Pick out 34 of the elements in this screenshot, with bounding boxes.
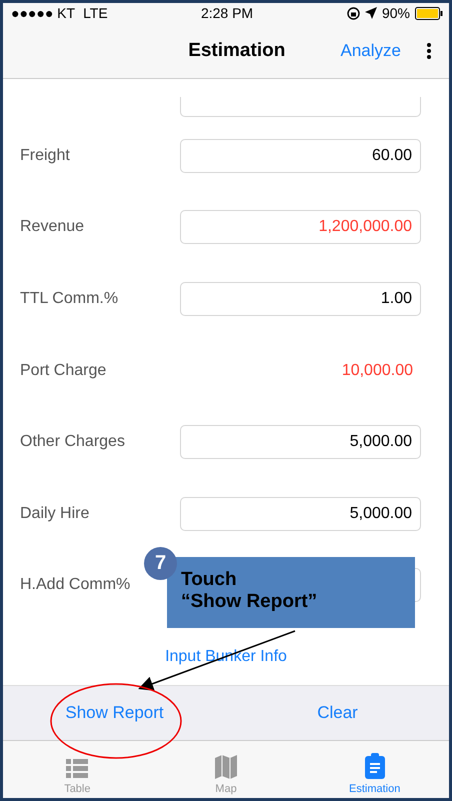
input-field[interactable]: 1.00 [180, 282, 421, 316]
field-label: Daily Hire [20, 504, 90, 523]
input-field[interactable]: 60.00 [180, 138, 421, 173]
field-label: Freight [20, 146, 70, 165]
tab[interactable]: Table [3, 741, 152, 798]
list-icon [66, 759, 88, 779]
screen-title: Estimation [187, 40, 286, 62]
field-value: 10,000.00 [342, 362, 414, 380]
analyze-button[interactable]: Analyze [340, 40, 401, 60]
rotation-lock-icon [346, 6, 360, 20]
clear-button[interactable]: Clear [226, 686, 449, 740]
input-field[interactable]: 5,000.00 [180, 496, 421, 531]
field-label: TTL Comm.% [20, 290, 118, 308]
input-field[interactable] [180, 97, 421, 117]
field-label: Other Charges [20, 433, 125, 452]
field-label: Revenue [20, 218, 84, 236]
location-arrow-icon [364, 7, 377, 19]
field-label: H.Add Comm% [20, 576, 130, 594]
status-time: 2:28 PM [200, 5, 254, 21]
tab[interactable]: Estimation [300, 741, 449, 798]
network-label: LTE [83, 5, 108, 21]
battery-percent: 90% [382, 5, 410, 21]
battery-icon [415, 6, 444, 20]
field-label: Port Charge [20, 362, 106, 380]
clipboard-icon [364, 753, 385, 779]
input-field[interactable]: 1,200,000.00 [180, 210, 421, 244]
show-report-button[interactable]: Show Report [3, 686, 226, 740]
carrier-label: ●●●●● KT [11, 5, 76, 21]
tab[interactable]: Map [152, 741, 300, 798]
map-icon [215, 755, 237, 779]
input-field[interactable]: 5,000.00 [180, 425, 421, 460]
more-icon[interactable] [427, 42, 431, 58]
step-badge: 7 [144, 547, 177, 580]
callout-text: Touch “Show Report” [181, 569, 318, 613]
